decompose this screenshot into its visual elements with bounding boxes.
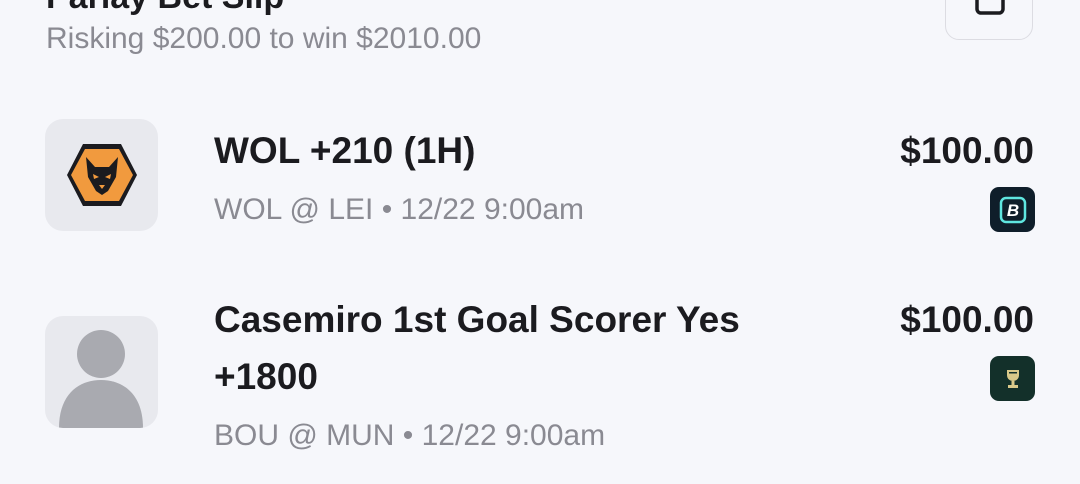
bet-amount: $100.00 [900, 130, 1034, 171]
svg-text:B: B [1006, 201, 1018, 220]
wolves-crest-icon [66, 144, 137, 206]
share-icon [975, 0, 1005, 15]
bet-title: WOL +210 (1H) [214, 130, 476, 171]
player-placeholder-icon [59, 330, 143, 428]
bet-title: Casemiro 1st Goal Scorer Yes +1800 [214, 299, 740, 397]
risk-summary: Risking $200.00 to win $2010.00 [46, 22, 482, 55]
bet-amount: $100.00 [900, 299, 1034, 340]
sportsbook-trophy-logo-icon [1006, 369, 1019, 388]
sportsbook-b-logo-icon: B [999, 196, 1026, 223]
share-button[interactable] [945, 0, 1033, 40]
bet-meta: WOL @ LEI • 12/22 9:00am [214, 193, 585, 226]
player-thumbnail [45, 316, 158, 428]
team-thumbnail [45, 119, 158, 231]
sportsbook-badge [990, 356, 1035, 401]
bet-meta: BOU @ MUN • 12/22 9:00am [214, 419, 606, 452]
sportsbook-badge: B [990, 187, 1035, 232]
bet-slip-title: Parlay Bet Slip [46, 0, 284, 17]
